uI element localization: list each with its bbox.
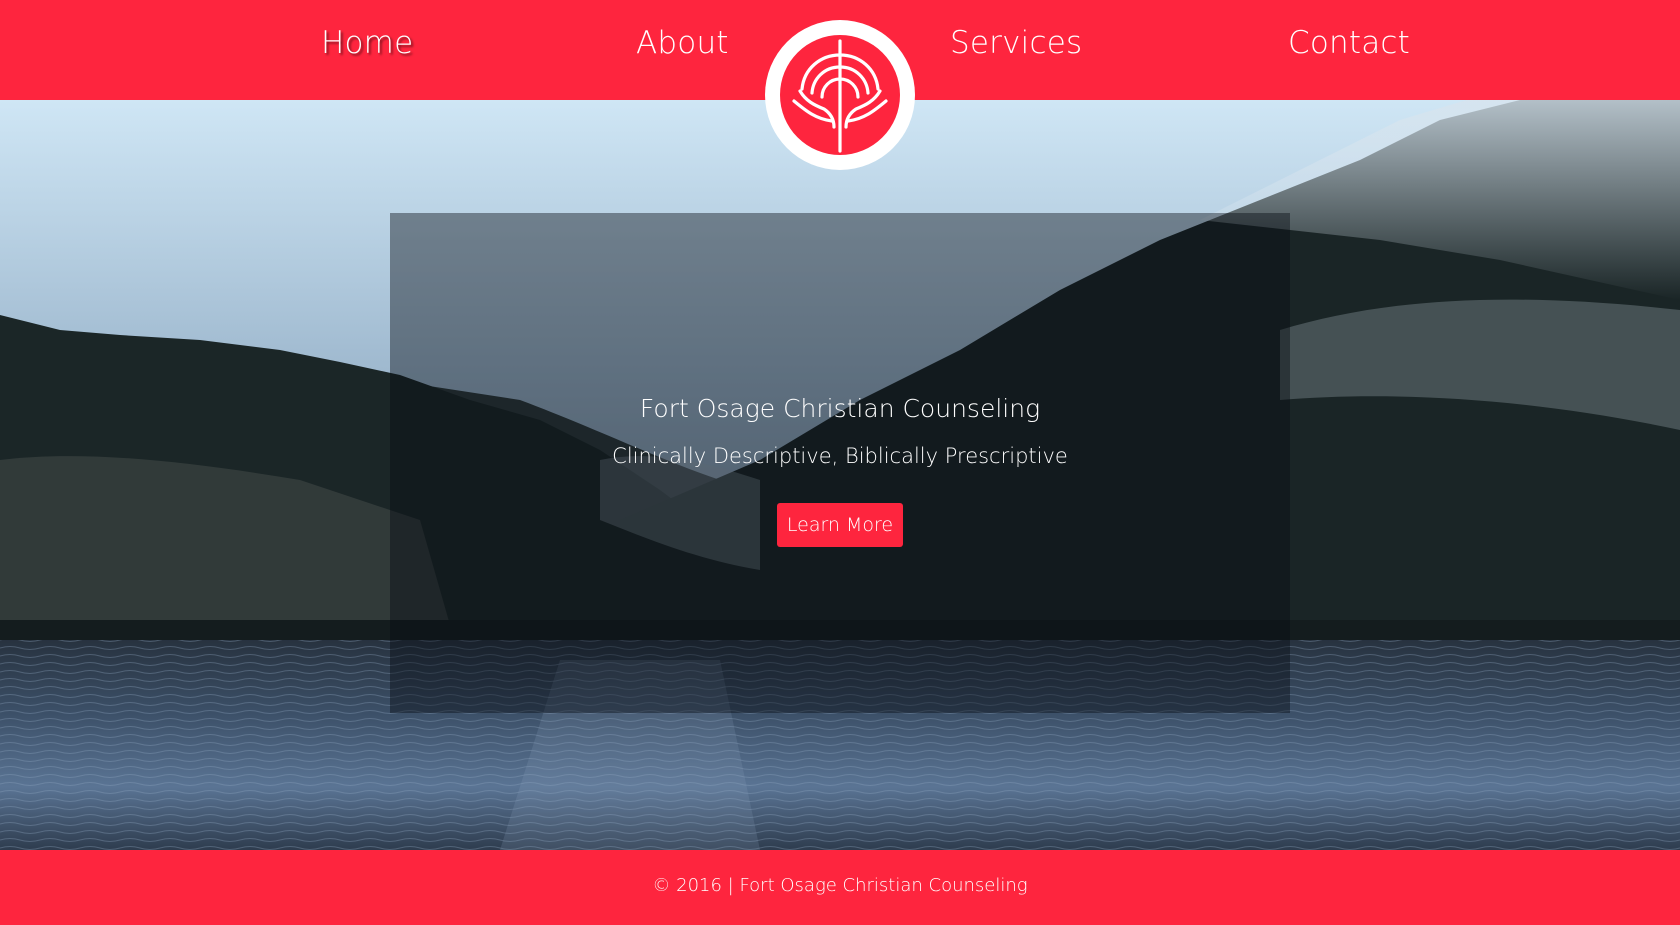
nav-link-home[interactable]: Home (321, 28, 413, 59)
hero-overlay-panel: Fort Osage Christian Counseling Clinical… (390, 213, 1290, 713)
site-logo[interactable] (765, 20, 915, 170)
footer-copyright: © 2016 | Fort Osage Christian Counseling (652, 875, 1028, 896)
learn-more-button[interactable]: Learn More (777, 503, 903, 547)
tree-of-life-icon (780, 35, 900, 155)
nav-link-about[interactable]: About (636, 28, 729, 59)
nav-link-contact[interactable]: Contact (1288, 28, 1410, 59)
hero-section: Fort Osage Christian Counseling Clinical… (0, 100, 1680, 850)
site-footer: © 2016 | Fort Osage Christian Counseling (0, 850, 1680, 925)
nav-link-services[interactable]: Services (950, 28, 1082, 59)
hero-subtitle: Clinically Descriptive, Biblically Presc… (612, 444, 1068, 468)
hero-title: Fort Osage Christian Counseling (639, 394, 1041, 423)
